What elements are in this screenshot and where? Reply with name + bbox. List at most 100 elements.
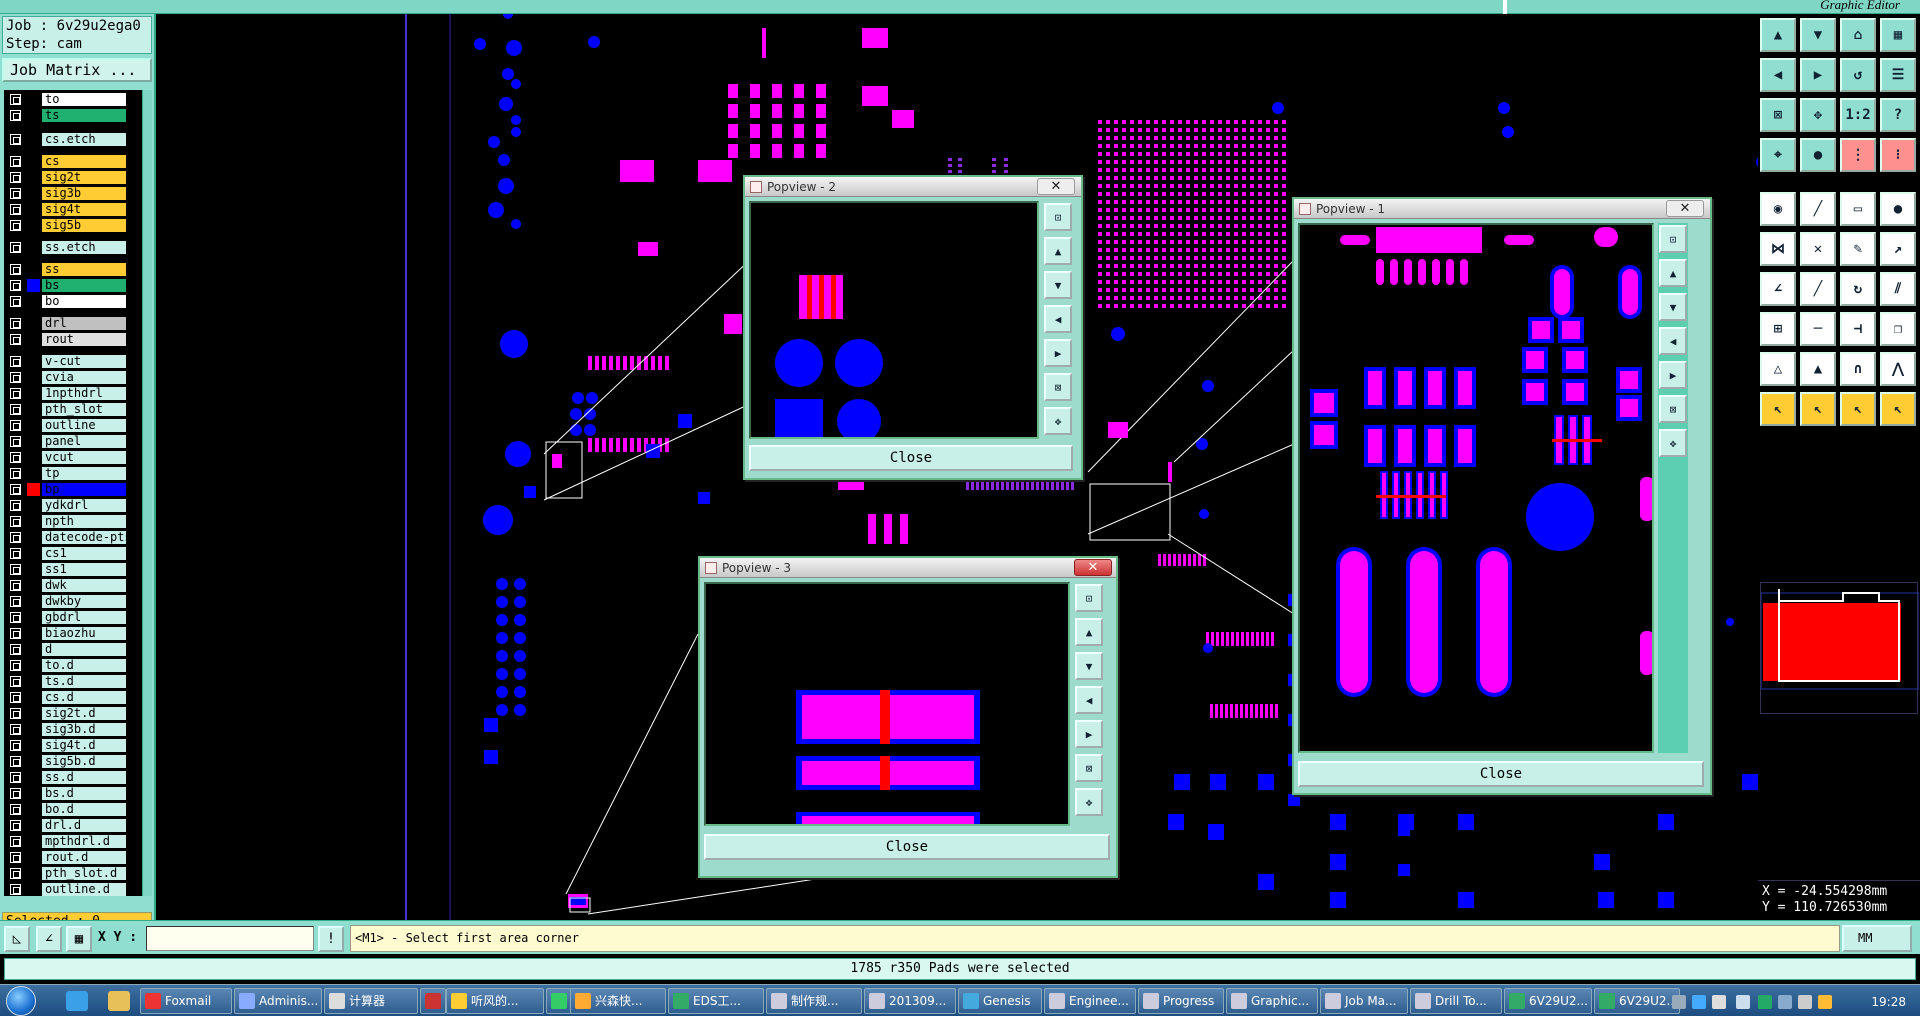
- layer-row[interactable]: bs: [4, 278, 142, 293]
- layer-name[interactable]: bs: [42, 279, 126, 292]
- feature-icon[interactable]: ⊞: [1760, 312, 1796, 346]
- rotate-icon[interactable]: ↻: [1840, 272, 1876, 306]
- layer-checkbox[interactable]: [10, 356, 21, 367]
- layer-row[interactable]: outline.d: [4, 882, 142, 896]
- layer-row[interactable]: cs1: [4, 546, 142, 561]
- popview-down-icon[interactable]: ▼: [1044, 271, 1072, 299]
- layer-name[interactable]: ydkdrl: [42, 499, 126, 512]
- layer-name[interactable]: outline: [42, 419, 126, 432]
- popview-down-icon[interactable]: ▼: [1659, 293, 1687, 321]
- layer-checkbox[interactable]: [10, 484, 21, 495]
- zoom-in-icon[interactable]: ▼: [1800, 18, 1836, 52]
- layer-name[interactable]: cs: [42, 155, 126, 168]
- layer-row[interactable]: ss1: [4, 562, 142, 577]
- layer-checkbox[interactable]: [10, 708, 21, 719]
- layer-name[interactable]: bo: [42, 295, 126, 308]
- layer-name[interactable]: ss: [42, 263, 126, 276]
- taskbar-item[interactable]: Enginee...: [1044, 988, 1136, 1014]
- graphic-canvas[interactable]: Popview - 2 ✕ ⊡ ▲ ▼ ◀ ▶ ⊠ ✥ Close Popvie…: [158, 14, 1758, 920]
- layer-row[interactable]: sig4t.d: [4, 738, 142, 753]
- layer-checkbox[interactable]: [10, 110, 21, 121]
- layer-checkbox[interactable]: [10, 564, 21, 575]
- layer-checkbox[interactable]: [10, 612, 21, 623]
- fit-icon[interactable]: ⊠: [1760, 98, 1796, 132]
- layer-checkbox[interactable]: [10, 204, 21, 215]
- popview-fit-icon[interactable]: ⊠: [1659, 395, 1687, 423]
- popview-left-icon[interactable]: ◀: [1075, 686, 1103, 714]
- popview-zoom-icon[interactable]: ⊡: [1044, 203, 1072, 231]
- snap-icon[interactable]: ⋮: [1840, 138, 1876, 172]
- layer-checkbox[interactable]: [10, 532, 21, 543]
- layer-checkbox[interactable]: [10, 242, 21, 253]
- layer-checkbox[interactable]: [10, 404, 21, 415]
- layer-row[interactable]: datecode-pts: [4, 530, 142, 545]
- tray-settings-icon[interactable]: [1712, 995, 1726, 1009]
- tray-volume-icon[interactable]: [1798, 995, 1812, 1009]
- layer-name[interactable]: datecode-pts: [42, 531, 126, 544]
- tray-network-icon[interactable]: [1778, 995, 1792, 1009]
- layer-row[interactable]: vcut: [4, 450, 142, 465]
- layer-checkbox[interactable]: [10, 94, 21, 105]
- delete-icon[interactable]: ✕: [1800, 232, 1836, 266]
- popview-fit-icon[interactable]: ⊠: [1075, 754, 1103, 782]
- layer-checkbox[interactable]: [10, 280, 21, 291]
- layer-checkbox[interactable]: [10, 388, 21, 399]
- info-icon[interactable]: !: [318, 926, 344, 952]
- layer-checkbox[interactable]: [10, 884, 21, 895]
- ie-icon[interactable]: [66, 991, 88, 1011]
- pan-left-icon[interactable]: ◀: [1760, 58, 1796, 92]
- layer-checkbox[interactable]: [10, 756, 21, 767]
- layer-name[interactable]: sig3b: [42, 187, 126, 200]
- layer-checkbox[interactable]: [10, 318, 21, 329]
- popview-center-icon[interactable]: ✥: [1659, 429, 1687, 457]
- zoom-home-icon[interactable]: ▲: [1760, 18, 1796, 52]
- start-button[interactable]: [6, 986, 36, 1016]
- board-overview[interactable]: [1760, 582, 1920, 714]
- peak-icon[interactable]: ⋀: [1880, 352, 1916, 386]
- popview-down-icon[interactable]: ▼: [1075, 652, 1103, 680]
- layer-name[interactable]: ts.d: [42, 675, 126, 688]
- popview-zoom-icon[interactable]: ⊡: [1075, 584, 1103, 612]
- layer-list-scrollbar[interactable]: [142, 90, 152, 896]
- layer-name[interactable]: sig4t.d: [42, 739, 126, 752]
- move-icon[interactable]: ↗: [1880, 232, 1916, 266]
- copy-icon[interactable]: ❐: [1880, 312, 1916, 346]
- layer-row[interactable]: v-cut: [4, 354, 142, 369]
- taskbar-item[interactable]: 听风的...: [446, 988, 544, 1014]
- layer-name[interactable]: rout: [42, 333, 126, 346]
- layer-row[interactable]: rout.d: [4, 850, 142, 865]
- layer-name[interactable]: ss.etch: [42, 241, 126, 254]
- layer-name[interactable]: cs1: [42, 547, 126, 560]
- snap-mode-icon[interactable]: ◺: [4, 926, 30, 952]
- layer-row[interactable]: sig2t.d: [4, 706, 142, 721]
- popview-3-close-button[interactable]: Close: [704, 834, 1110, 860]
- taskbar-item[interactable]: Graphic...: [1226, 988, 1318, 1014]
- taskbar-item[interactable]: Foxmail: [140, 988, 232, 1014]
- taskbar-item[interactable]: [546, 988, 572, 1014]
- popview-up-icon[interactable]: ▲: [1659, 259, 1687, 287]
- layer-checkbox[interactable]: [10, 264, 21, 275]
- line-icon[interactable]: ╱: [1800, 192, 1836, 226]
- layer-name[interactable]: vcut: [42, 451, 126, 464]
- popview-3-close-icon[interactable]: ✕: [1074, 559, 1112, 576]
- layer-checkbox[interactable]: [10, 296, 21, 307]
- pointer-icon[interactable]: ↖: [1760, 392, 1796, 426]
- layer-row[interactable]: d: [4, 642, 142, 657]
- layer-checkbox[interactable]: [10, 820, 21, 831]
- popview-up-icon[interactable]: ▲: [1044, 237, 1072, 265]
- reset-icon[interactable]: ↺: [1840, 58, 1876, 92]
- taskbar-item[interactable]: Job Ma...: [1320, 988, 1408, 1014]
- layer-checkbox[interactable]: [10, 804, 21, 815]
- taskbar-item[interactable]: 兴森快...: [570, 988, 666, 1014]
- popview-2-titlebar[interactable]: Popview - 2 ✕: [745, 177, 1081, 197]
- layer-row[interactable]: bp: [4, 482, 142, 497]
- popview-right-icon[interactable]: ▶: [1659, 361, 1687, 389]
- layer-name[interactable]: to: [42, 93, 126, 106]
- layer-name[interactable]: pth_slot: [42, 403, 126, 416]
- layer-row[interactable]: 1npthdrl: [4, 386, 142, 401]
- layer-name[interactable]: panel: [42, 435, 126, 448]
- popview-1-close-icon[interactable]: ✕: [1666, 200, 1704, 217]
- layer-checkbox[interactable]: [10, 134, 21, 145]
- layer-name[interactable]: cs.d: [42, 691, 126, 704]
- layer-name[interactable]: ss.d: [42, 771, 126, 784]
